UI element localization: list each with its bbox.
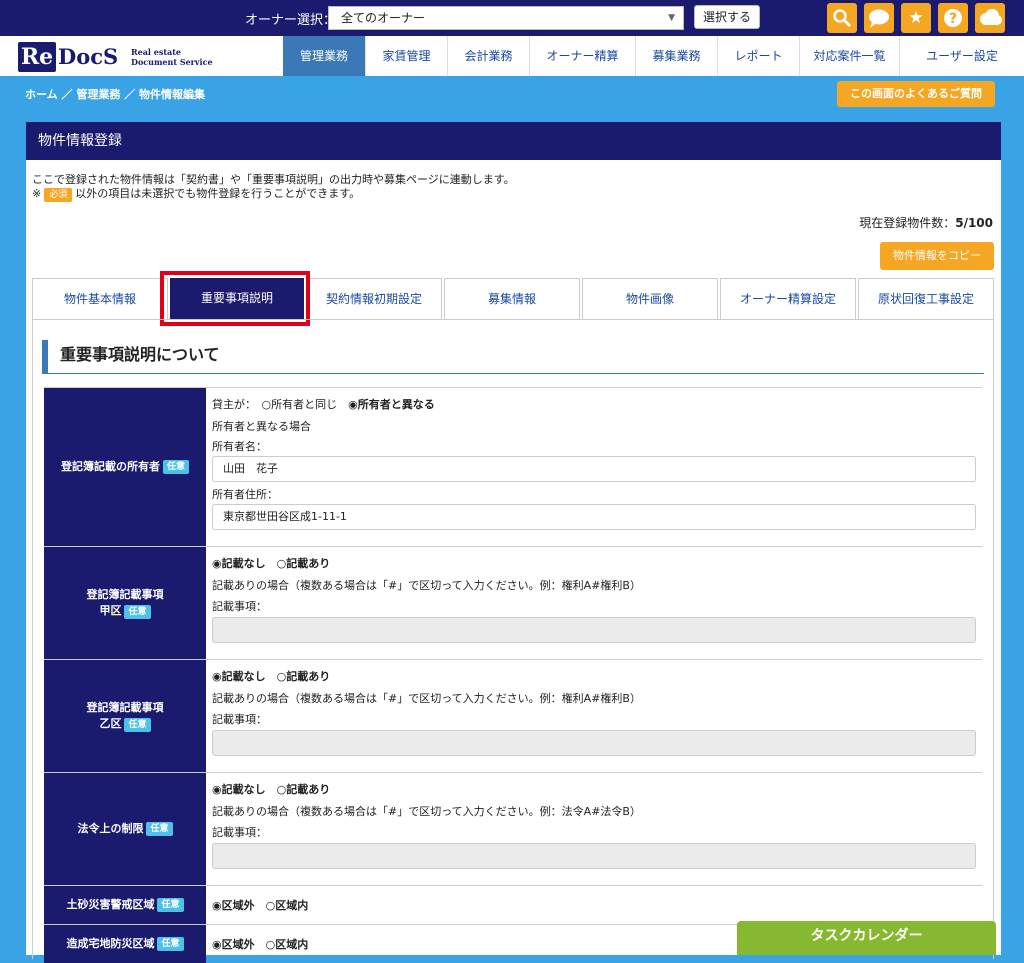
select-owner-button[interactable]: 選択する [694,5,760,29]
field-label-owner: 登記簿記載の所有者 任意 [44,388,206,546]
tab-basic-info[interactable]: 物件基本情報 [32,278,168,319]
nav-cases[interactable]: 対応案件一覧 [799,36,899,76]
owner-name-input[interactable]: 山田 花子 [212,456,976,482]
field-label-sediment: 土砂災害警戒区域 任意 [44,886,206,924]
breadcrumb[interactable]: ホーム ／ 管理業務 ／ 物件情報編集 [25,86,205,102]
otsuku-field-label: 記載事項： [212,713,267,726]
kouku-radio-group: ◉記載なし ○記載あり [212,553,976,575]
tab-restoration[interactable]: 原状回復工事設定 [858,278,994,319]
legal-input[interactable] [212,843,976,869]
optional-badge: 任意 [124,718,151,732]
cloud-icon[interactable] [975,3,1005,33]
lessor-radio-group: 貸主が： ○所有者と同じ ◉所有者と異なる [212,398,435,411]
radio-sediment-in[interactable]: ○区域内 [266,899,309,912]
panel-note: ※ 必須 以外の項目は未選択でも物件登録を行うことができます。 [32,187,361,202]
nav-recruitment[interactable]: 募集業務 [635,36,717,76]
radio-otsuku-yes[interactable]: ○記載あり [277,670,331,683]
nav-management[interactable]: 管理業務 [283,36,365,76]
field-label-legal: 法令上の制限 任意 [44,773,206,885]
field-label-kouku: 登記簿記載事項 甲区 任意 [44,547,206,659]
form-row-legal: 法令上の制限 任意 ◉記載なし ○記載あり 記載ありの場合（複数ある場合は「#」で… [44,773,982,886]
owner-address-input[interactable]: 東京都世田谷区成1-11-1 [212,504,976,530]
section-title: 重要事項説明について [42,340,984,374]
search-icon[interactable] [827,3,857,33]
radio-landslide-out[interactable]: ◉区域外 [212,938,255,951]
optional-badge: 任意 [146,822,173,836]
chat-icon[interactable] [864,3,894,33]
help-icon[interactable]: ? [938,3,968,33]
svg-text:?: ? [949,11,957,27]
tab-owner-settlement[interactable]: オーナー精算設定 [720,278,856,319]
otsuku-input[interactable] [212,730,976,756]
star-icon[interactable]: ★ [901,3,931,33]
field-label-otsuku: 登記簿記載事項 乙区 任意 [44,660,206,772]
optional-badge: 任意 [157,937,184,951]
owner-note: 所有者と異なる場合 [212,420,311,433]
radio-otsuku-none[interactable]: ◉記載なし [212,670,266,683]
nav-user-settings[interactable]: ユーザー設定 [899,36,1024,76]
form-row-otsuku: 登記簿記載事項 乙区 任意 ◉記載なし ○記載あり 記載ありの場合（複数ある場合は「… [44,660,982,773]
radio-different-from-owner[interactable]: ◉所有者と異なる [348,398,435,411]
legal-radio-group: ◉記載なし ○記載あり [212,779,976,801]
owner-select-label: オーナー選択： [245,13,337,28]
important-matters-form: 登記簿記載の所有者 任意 貸主が： ○所有者と同じ ◉所有者と異なる 所有者と異な… [44,387,982,963]
copy-property-button[interactable]: 物件情報をコピー [880,242,994,270]
owner-select-value: 全てのオーナー [341,11,426,25]
task-calendar-button[interactable]: タスクカレンダー [737,921,996,955]
sediment-radio-group: ◉区域外 ○区域内 [212,897,308,913]
panel-title: 物件情報登録 [26,122,1001,160]
otsuku-note: 記載ありの場合（複数ある場合は「#」で区切って入力ください。例：権利A#権利B） [212,692,641,705]
chevron-down-icon: ▼ [668,13,675,23]
otsuku-radio-group: ◉記載なし ○記載あり [212,666,976,688]
form-row-sediment: 土砂災害警戒区域 任意 ◉区域外 ○区域内 [44,886,982,925]
owner-select[interactable]: 全てのオーナー ▼ [328,6,684,30]
radio-same-as-owner[interactable]: ○所有者と同じ [262,398,338,411]
nav-accounting[interactable]: 会計業務 [447,36,529,76]
tab-contract-defaults[interactable]: 契約情報初期設定 [306,278,442,319]
radio-legal-yes[interactable]: ○記載あり [277,783,331,796]
tab-important-matters[interactable]: 重要事項説明 [170,278,304,319]
tab-recruitment-info[interactable]: 募集情報 [444,278,580,319]
logo-re: Re [18,42,56,72]
radio-landslide-in[interactable]: ○区域内 [266,938,309,951]
legal-field-label: 記載事項： [212,826,267,839]
logo-docs: DocS [58,44,119,69]
required-badge: 必須 [44,188,73,202]
radio-kouku-none[interactable]: ◉記載なし [212,557,266,570]
tab-bar: 物件基本情報 重要事項説明 契約情報初期設定 募集情報 物件画像 オーナー精算設… [32,278,994,319]
radio-kouku-yes[interactable]: ○記載あり [277,557,331,570]
form-row-owner: 登記簿記載の所有者 任意 貸主が： ○所有者と同じ ◉所有者と異なる 所有者と異な… [44,387,982,547]
radio-sediment-out[interactable]: ◉区域外 [212,899,255,912]
property-count: 現在登録物件数：5/100 [859,216,993,230]
kouku-input[interactable] [212,617,976,643]
main-nav: 管理業務 家賃管理 会計業務 オーナー精算 募集業務 レポート 対応案件一覧 ユ… [283,36,1024,76]
optional-badge: 任意 [157,898,184,912]
logo-subtitle: Real estate Document Service [131,47,213,67]
field-label-landslide: 造成宅地防災区域 任意 [44,925,206,963]
kouku-note: 記載ありの場合（複数ある場合は「#」で区切って入力ください。例：権利A#権利B） [212,579,641,592]
kouku-field-label: 記載事項： [212,600,267,613]
nav-owner-settlement[interactable]: オーナー精算 [529,36,635,76]
owner-address-label: 所有者住所： [212,488,278,501]
nav-rent[interactable]: 家賃管理 [365,36,447,76]
owner-name-label: 所有者名： [212,440,267,453]
radio-legal-none[interactable]: ◉記載なし [212,783,266,796]
optional-badge: 任意 [124,605,151,619]
legal-note: 記載ありの場合（複数ある場合は「#」で区切って入力ください。例：法令A#法令B） [212,805,641,818]
nav-report[interactable]: レポート [717,36,799,76]
property-panel: 物件情報登録 ここで登録された物件情報は「契約書」や「重要事項説明」の出力時や募… [26,122,1001,963]
tab-property-images[interactable]: 物件画像 [582,278,718,319]
form-row-kouku: 登記簿記載事項 甲区 任意 ◉記載なし ○記載あり 記載ありの場合（複数ある場合は「… [44,547,982,660]
optional-badge: 任意 [162,460,189,474]
faq-button[interactable]: この画面のよくあるご質問 [837,81,995,107]
landslide-radio-group: ◉区域外 ○区域内 [212,936,308,952]
